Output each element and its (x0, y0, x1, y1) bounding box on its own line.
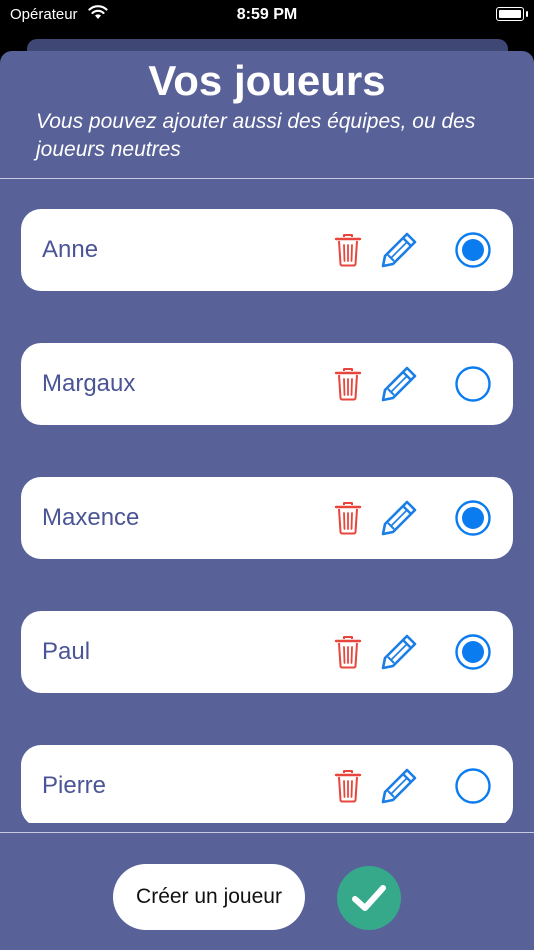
pencil-icon[interactable] (380, 365, 418, 403)
clock: 8:59 PM (236, 6, 298, 23)
player-name: Anne (42, 236, 99, 263)
player-row[interactable]: Pierre (21, 745, 513, 823)
trash-icon[interactable] (333, 501, 363, 535)
confirm-button[interactable] (337, 866, 401, 930)
create-player-button[interactable]: Créer un joueur (113, 864, 305, 930)
footer-divider (0, 832, 534, 833)
radio-selected-icon[interactable] (454, 633, 492, 671)
radio-unselected-icon[interactable] (454, 767, 492, 805)
player-name: Pierre (42, 772, 107, 799)
radio-selected-icon[interactable] (454, 231, 492, 269)
trash-icon[interactable] (333, 233, 363, 267)
trash-icon[interactable] (333, 367, 363, 401)
trash-icon[interactable] (333, 635, 363, 669)
pencil-icon[interactable] (380, 499, 418, 537)
player-row[interactable]: Margaux (21, 343, 513, 425)
pencil-icon[interactable] (380, 231, 418, 269)
radio-selected-icon[interactable] (454, 499, 492, 537)
battery-icon (496, 7, 528, 21)
pencil-icon[interactable] (380, 767, 418, 805)
page-subtitle: Vous pouvez ajouter aussi des équipes, o… (36, 110, 476, 161)
status-bar: Opérateur 8:59 PM (0, 0, 534, 30)
player-row[interactable]: Anne (21, 209, 513, 291)
trash-icon[interactable] (333, 769, 363, 803)
pencil-icon[interactable] (380, 633, 418, 671)
players-sheet: Vos joueurs Vous pouvez ajouter aussi de… (0, 51, 534, 950)
player-name: Maxence (42, 504, 140, 531)
checkmark-icon (352, 885, 386, 911)
radio-unselected-icon[interactable] (454, 365, 492, 403)
players-list[interactable]: Anne Margaux Maxence Paul Pierre (0, 179, 534, 823)
player-row[interactable]: Paul (21, 611, 513, 693)
player-name: Margaux (42, 370, 136, 397)
player-row[interactable]: Maxence (21, 477, 513, 559)
page-title: Vos joueurs (148, 57, 386, 104)
player-name: Paul (42, 638, 91, 665)
